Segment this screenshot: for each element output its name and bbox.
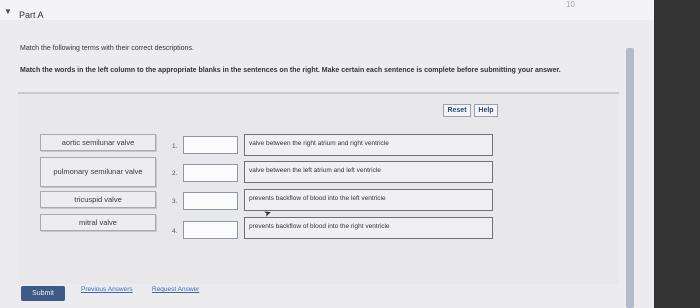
blank-number: 3. — [172, 198, 178, 205]
caret-down-icon[interactable]: ▼ — [4, 7, 12, 16]
sentence-text: valve between the left atrium and left v… — [249, 167, 381, 174]
instructions-task: Match the words in the left column to th… — [20, 67, 561, 74]
term-aortic-semilunar-valve[interactable]: aortic semilunar valve — [40, 134, 156, 151]
matching-panel — [18, 92, 619, 284]
blank-number: 2. — [172, 170, 178, 177]
request-answer-link[interactable]: Request Answer — [152, 286, 199, 293]
sentence-2: valve between the left atrium and left v… — [244, 161, 493, 183]
instructions-intro: Match the following terms with their cor… — [20, 45, 194, 52]
term-tricuspid-valve[interactable]: tricuspid valve — [40, 191, 156, 208]
part-header[interactable]: ▼ Part A 10 — [0, 0, 700, 20]
submit-button[interactable]: Submit — [21, 286, 65, 301]
term-mitral-valve[interactable]: mitral valve — [40, 214, 156, 231]
drop-target-3[interactable] — [183, 192, 238, 210]
term-pulmonary-semilunar-valve[interactable]: pulmonary semilunar valve — [40, 157, 156, 187]
previous-answers-link[interactable]: Previous Answers — [81, 286, 133, 293]
sentence-1: valve between the right atrium and right… — [244, 134, 493, 156]
corner-number: 10 — [566, 0, 575, 9]
sentence-4: prevents backflow of blood into the righ… — [244, 217, 493, 239]
drop-target-4[interactable] — [183, 221, 238, 239]
blank-number: 4. — [172, 228, 178, 235]
scrollbar[interactable] — [626, 48, 634, 308]
drop-target-2[interactable] — [183, 164, 238, 182]
help-button[interactable]: Help — [474, 104, 498, 117]
reset-button[interactable]: Reset — [443, 104, 471, 117]
sentence-text: valve between the right atrium and right… — [249, 140, 389, 147]
part-title: Part A — [19, 10, 44, 20]
sentence-text: prevents backflow of blood into the righ… — [249, 223, 390, 230]
sentence-text: prevents backflow of blood into the left… — [249, 195, 386, 202]
sentence-3: prevents backflow of blood into the left… — [244, 189, 493, 211]
right-edge-strip — [654, 0, 700, 308]
drop-target-1[interactable] — [183, 136, 238, 154]
blank-number: 1. — [172, 143, 178, 150]
